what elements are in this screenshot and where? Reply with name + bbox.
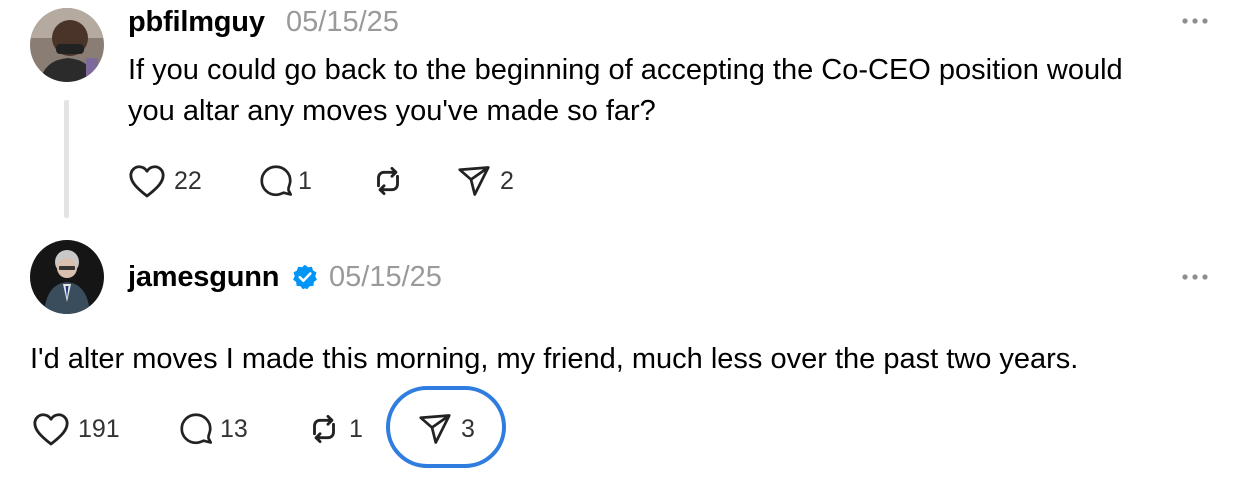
repost-button[interactable] bbox=[369, 161, 407, 201]
comment-icon bbox=[180, 413, 213, 445]
like-button[interactable]: 191 bbox=[32, 409, 120, 449]
reply-button[interactable]: 1 bbox=[258, 161, 312, 201]
post-text-line-1: If you could go back to the beginning of… bbox=[128, 54, 1123, 86]
more-icon[interactable] bbox=[1180, 16, 1210, 26]
share-button[interactable]: 2 bbox=[456, 161, 514, 201]
heart-icon bbox=[33, 413, 69, 446]
reply-button[interactable]: 13 bbox=[178, 409, 248, 449]
reply-count: 13 bbox=[220, 414, 248, 443]
like-button[interactable]: 22 bbox=[128, 161, 202, 201]
username[interactable]: jamesgunn bbox=[128, 261, 279, 294]
share-icon bbox=[419, 414, 451, 444]
post-text-line-2: you altar any moves you've made so far? bbox=[128, 95, 656, 127]
timestamp[interactable]: 05/15/25 bbox=[286, 6, 399, 39]
share-count: 3 bbox=[461, 414, 475, 443]
share-button[interactable]: 3 bbox=[417, 409, 475, 449]
repost-icon bbox=[377, 166, 399, 196]
like-count: 22 bbox=[174, 166, 202, 195]
avatar-pbfilmguy[interactable] bbox=[30, 8, 104, 82]
repost-icon bbox=[313, 414, 335, 444]
share-count: 2 bbox=[500, 166, 514, 195]
more-icon[interactable] bbox=[1180, 272, 1210, 282]
verified-icon bbox=[293, 264, 317, 290]
comment-icon bbox=[260, 165, 293, 197]
timestamp[interactable]: 05/15/25 bbox=[329, 261, 442, 294]
heart-icon bbox=[129, 165, 165, 198]
avatar-jamesgunn[interactable] bbox=[30, 240, 104, 314]
reply-text: I'd alter moves I made this morning, my … bbox=[30, 343, 1079, 375]
reply-count: 1 bbox=[298, 166, 312, 195]
repost-button[interactable]: 1 bbox=[305, 409, 363, 449]
like-count: 191 bbox=[78, 414, 120, 443]
thread-line bbox=[64, 100, 69, 218]
repost-count: 1 bbox=[349, 414, 363, 443]
username[interactable]: pbfilmguy bbox=[128, 6, 265, 39]
share-icon bbox=[458, 166, 490, 196]
